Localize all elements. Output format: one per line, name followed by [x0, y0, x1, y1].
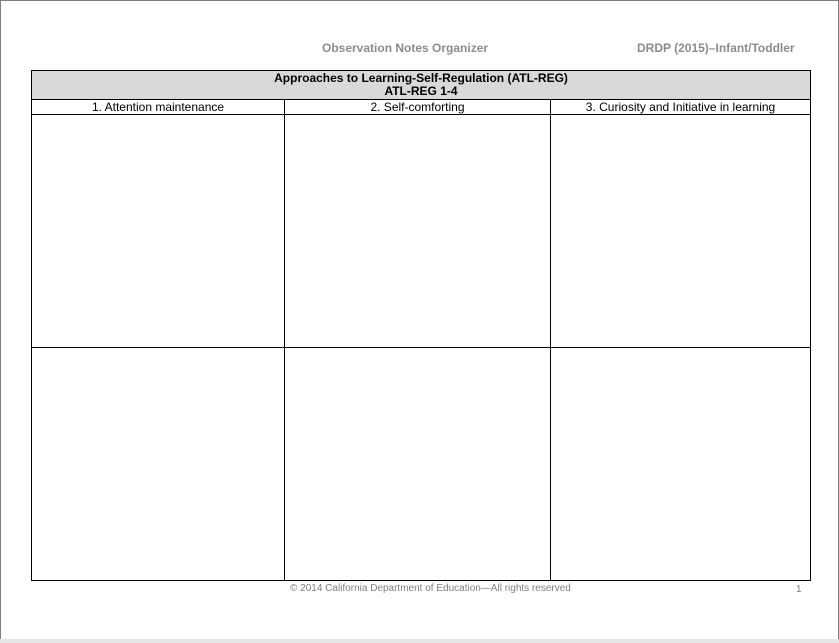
table-title-row: Approaches to Learning-Self-Regulation (…: [30, 70, 812, 100]
table-row: [31, 114, 812, 348]
note-cell[interactable]: [284, 114, 551, 348]
note-cell[interactable]: [549, 347, 812, 581]
page-number: 1: [796, 584, 802, 595]
note-cell[interactable]: [549, 114, 812, 348]
window-bottom-edge: [0, 639, 839, 643]
measure-range: ATL-REG 1-4: [384, 84, 458, 98]
table-row: [31, 347, 812, 581]
column-header-row: 1. Attention maintenance 2. Self-comfort…: [31, 99, 812, 115]
note-cell[interactable]: [284, 347, 551, 581]
document-title: Observation Notes Organizer: [322, 41, 489, 55]
column-header-curiosity: 3. Curiosity and Initiative in learning: [549, 99, 812, 115]
copyright-footer: © 2014 California Department of Educatio…: [290, 583, 571, 594]
note-cell[interactable]: [31, 347, 285, 581]
notes-organizer-table: Approaches to Learning-Self-Regulation (…: [30, 70, 812, 581]
column-header-self-comforting: 2. Self-comforting: [284, 99, 551, 115]
column-header-attention: 1. Attention maintenance: [31, 99, 285, 115]
document-page: Observation Notes Organizer DRDP (2015)–…: [0, 0, 839, 643]
table-title-cell: Approaches to Learning-Self-Regulation (…: [30, 70, 812, 100]
note-cell[interactable]: [31, 114, 285, 348]
instrument-name: DRDP (2015)–Infant/Toddler: [637, 41, 795, 55]
